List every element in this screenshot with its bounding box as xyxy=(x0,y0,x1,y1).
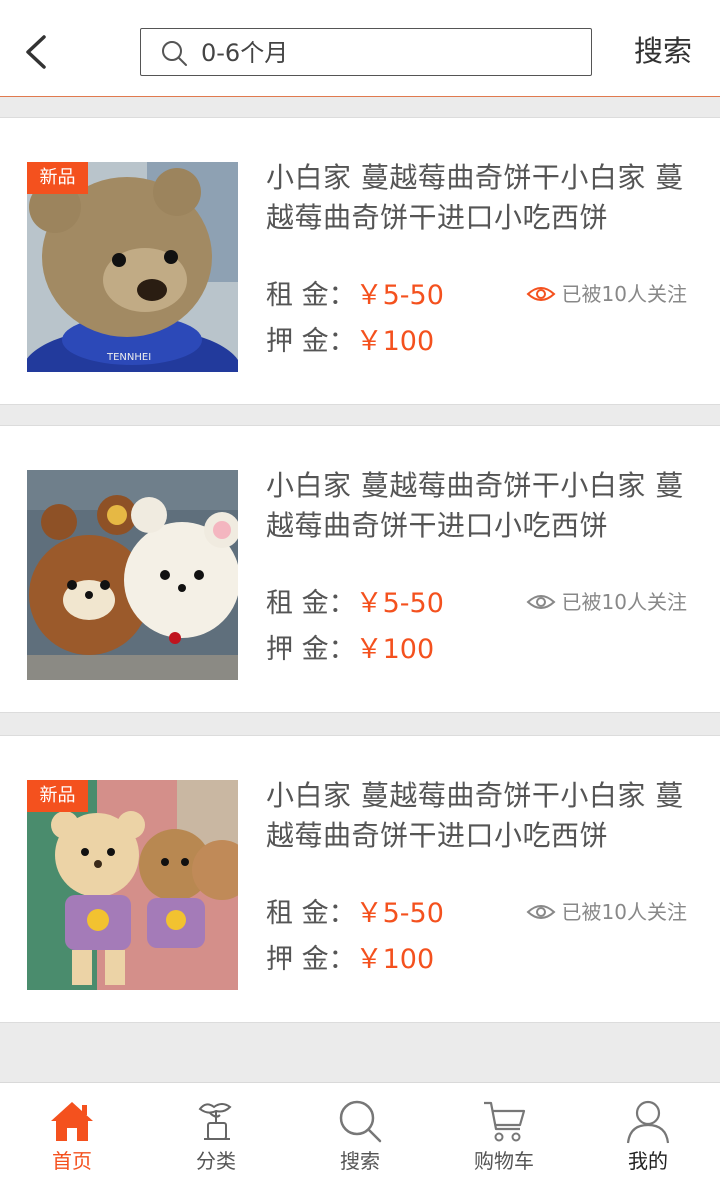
follow-count: 已被10人关注 xyxy=(526,280,687,308)
follow-count: 已被10人关注 xyxy=(526,898,687,926)
chevron-left-icon xyxy=(26,35,46,69)
search-icon xyxy=(162,41,187,66)
deposit-label: 押 金： xyxy=(266,326,356,357)
category-icon xyxy=(198,1103,232,1140)
tab-category[interactable]: 分类 xyxy=(144,1083,288,1184)
product-image[interactable]: TENNHEI 新品 xyxy=(27,162,238,372)
follow-count: 已被10人关注 xyxy=(526,588,687,616)
cart-icon xyxy=(484,1101,526,1142)
tab-home[interactable]: 首页 xyxy=(0,1083,144,1184)
rent-label: 租 金： xyxy=(266,588,356,619)
rent-label: 租 金： xyxy=(266,280,356,311)
deposit-row: 押 金：￥100 xyxy=(266,324,434,360)
home-icon xyxy=(51,1102,93,1141)
product-card[interactable]: 新品 小白家 蔓越莓曲奇饼干小白家 蔓越莓曲奇饼干进口小吃西饼 租 金：￥5-5… xyxy=(0,735,720,1023)
rent-label: 租 金： xyxy=(266,898,356,929)
tab-cart[interactable]: 购物车 xyxy=(432,1083,576,1184)
tab-label: 首页 xyxy=(52,1149,92,1173)
top-bar: 0-6个月 搜索 xyxy=(0,0,720,97)
rent-price: ￥5-50 xyxy=(355,898,444,929)
follow-text: 已被10人关注 xyxy=(561,900,687,924)
deposit-price: ￥100 xyxy=(355,326,435,357)
rent-price: ￥5-50 xyxy=(355,280,444,311)
product-image[interactable]: 新品 xyxy=(27,780,238,990)
new-badge: 新品 xyxy=(27,780,88,812)
tab-label: 我的 xyxy=(628,1149,668,1173)
tab-label: 搜索 xyxy=(340,1149,380,1173)
search-query: 0-6个月 xyxy=(201,39,289,67)
deposit-price: ￥100 xyxy=(355,634,435,665)
product-title[interactable]: 小白家 蔓越莓曲奇饼干小白家 蔓越莓曲奇饼干进口小吃西饼 xyxy=(266,158,698,238)
rent-row: 租 金：￥5-50 xyxy=(266,586,444,622)
tab-search[interactable]: 搜索 xyxy=(288,1083,432,1184)
product-image[interactable] xyxy=(27,470,238,680)
back-button[interactable] xyxy=(22,34,52,70)
deposit-row: 押 金：￥100 xyxy=(266,942,434,978)
eye-icon xyxy=(526,595,556,609)
new-badge: 新品 xyxy=(27,162,88,194)
follow-text: 已被10人关注 xyxy=(561,282,687,306)
rent-price: ￥5-50 xyxy=(355,588,444,619)
product-title[interactable]: 小白家 蔓越莓曲奇饼干小白家 蔓越莓曲奇饼干进口小吃西饼 xyxy=(266,466,698,546)
eye-icon xyxy=(526,905,556,919)
search-button[interactable]: 搜索 xyxy=(634,28,692,74)
eye-icon xyxy=(526,287,556,301)
deposit-label: 押 金： xyxy=(266,944,356,975)
user-icon xyxy=(626,1100,670,1144)
search-input[interactable]: 0-6个月 xyxy=(140,28,592,76)
deposit-price: ￥100 xyxy=(355,944,435,975)
bottom-tab-bar: 首页 分类 搜索 购物车 我的 xyxy=(0,1082,720,1184)
product-card[interactable]: TENNHEI 新品 小白家 蔓越莓曲奇饼干小白家 蔓越莓曲奇饼干进口小吃西饼 … xyxy=(0,117,720,405)
tab-label: 分类 xyxy=(196,1149,236,1173)
svg-text:TENNHEI: TENNHEI xyxy=(106,352,151,363)
rent-row: 租 金：￥5-50 xyxy=(266,896,444,932)
product-card[interactable]: 小白家 蔓越莓曲奇饼干小白家 蔓越莓曲奇饼干进口小吃西饼 租 金：￥5-50 押… xyxy=(0,425,720,713)
tab-label: 购物车 xyxy=(474,1149,534,1173)
tab-profile[interactable]: 我的 xyxy=(576,1083,720,1184)
follow-text: 已被10人关注 xyxy=(561,590,687,614)
deposit-label: 押 金： xyxy=(266,634,356,665)
rent-row: 租 金：￥5-50 xyxy=(266,278,444,314)
search-icon xyxy=(339,1100,382,1143)
product-title[interactable]: 小白家 蔓越莓曲奇饼干小白家 蔓越莓曲奇饼干进口小吃西饼 xyxy=(266,776,698,856)
deposit-row: 押 金：￥100 xyxy=(266,632,434,668)
